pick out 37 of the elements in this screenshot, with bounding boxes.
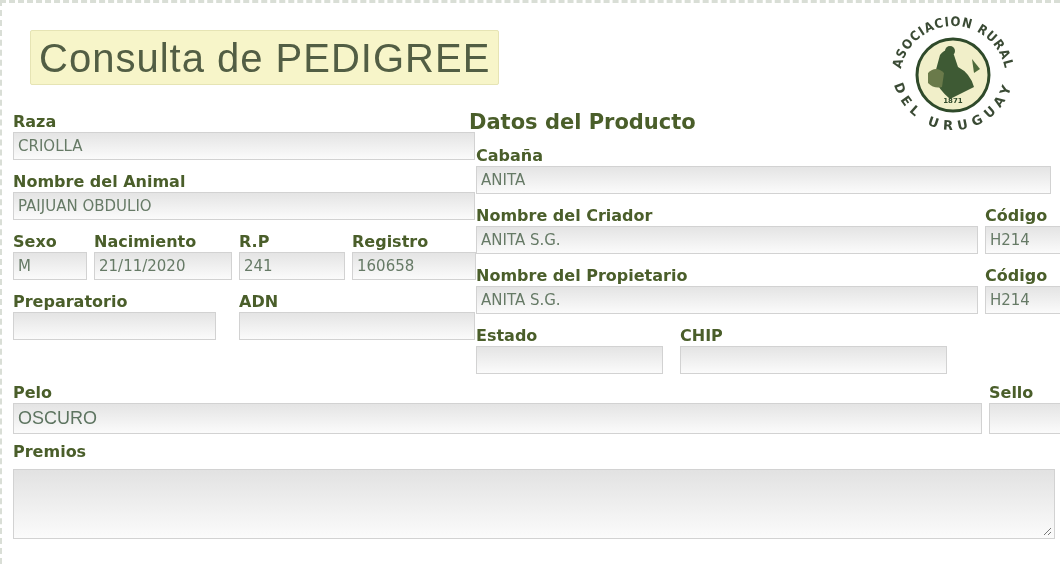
field-label: Raza: [13, 112, 58, 132]
field-label: Cabaña: [476, 146, 544, 166]
field-label: Nombre del Propietario: [476, 266, 689, 286]
text-field[interactable]: ANITA S.G.: [476, 286, 978, 314]
field-label: Nombre del Criador: [476, 206, 654, 226]
text-field[interactable]: ANITA: [476, 166, 1051, 194]
text-field[interactable]: M: [13, 252, 87, 280]
text-field[interactable]: H214: [985, 286, 1060, 314]
field-label: Estado: [476, 326, 539, 346]
text-field[interactable]: OSCURO: [13, 403, 982, 434]
text-field[interactable]: [680, 346, 947, 374]
text-field[interactable]: [989, 403, 1060, 434]
text-field[interactable]: [239, 312, 475, 340]
text-field[interactable]: ANITA S.G.: [476, 226, 978, 254]
text-field[interactable]: PAIJUAN OBDULIO: [13, 192, 475, 220]
field-label: Código: [985, 266, 1049, 286]
field-label: Nombre del Animal: [13, 172, 187, 192]
text-field[interactable]: [476, 346, 663, 374]
resize-handle-icon[interactable]: [1042, 526, 1052, 536]
field-label: ADN: [239, 292, 280, 312]
field-label: Sexo: [13, 232, 58, 252]
field-label: Nacimiento: [94, 232, 198, 252]
text-field[interactable]: 241: [239, 252, 345, 280]
field-label: Premios: [13, 442, 88, 462]
field-label: Registro: [352, 232, 430, 252]
page-title: Consulta de PEDIGREE: [30, 30, 500, 85]
text-field[interactable]: CRIOLLA: [13, 132, 475, 160]
field-label: Preparatorio: [13, 292, 129, 312]
field-label: Código: [985, 206, 1049, 226]
text-field[interactable]: H214: [985, 226, 1060, 254]
text-field[interactable]: [13, 312, 216, 340]
field-label: CHIP: [680, 326, 724, 346]
field-label: R.P: [239, 232, 271, 252]
text-field[interactable]: 160658: [352, 252, 476, 280]
text-field[interactable]: 21/11/2020: [94, 252, 232, 280]
field-label: Pelo: [13, 383, 54, 403]
field-label: Sello: [989, 383, 1035, 403]
